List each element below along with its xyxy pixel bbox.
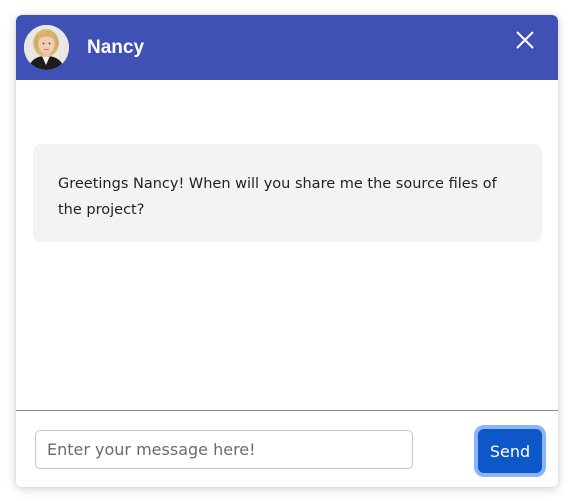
chat-window: Nancy Greetings Nancy! When will you sha…	[16, 15, 558, 487]
chat-header: Nancy	[16, 15, 558, 80]
user-avatar-icon	[24, 25, 69, 70]
avatar	[24, 25, 69, 70]
send-button[interactable]: Send	[478, 429, 542, 473]
message-input[interactable]	[35, 430, 413, 469]
chat-footer: Send	[16, 411, 558, 487]
close-icon	[516, 31, 534, 49]
close-button[interactable]	[513, 28, 537, 52]
contact-name: Nancy	[87, 37, 145, 58]
message-bubble: Greetings Nancy! When will you share me …	[33, 144, 542, 242]
message-list: Greetings Nancy! When will you share me …	[16, 80, 558, 410]
